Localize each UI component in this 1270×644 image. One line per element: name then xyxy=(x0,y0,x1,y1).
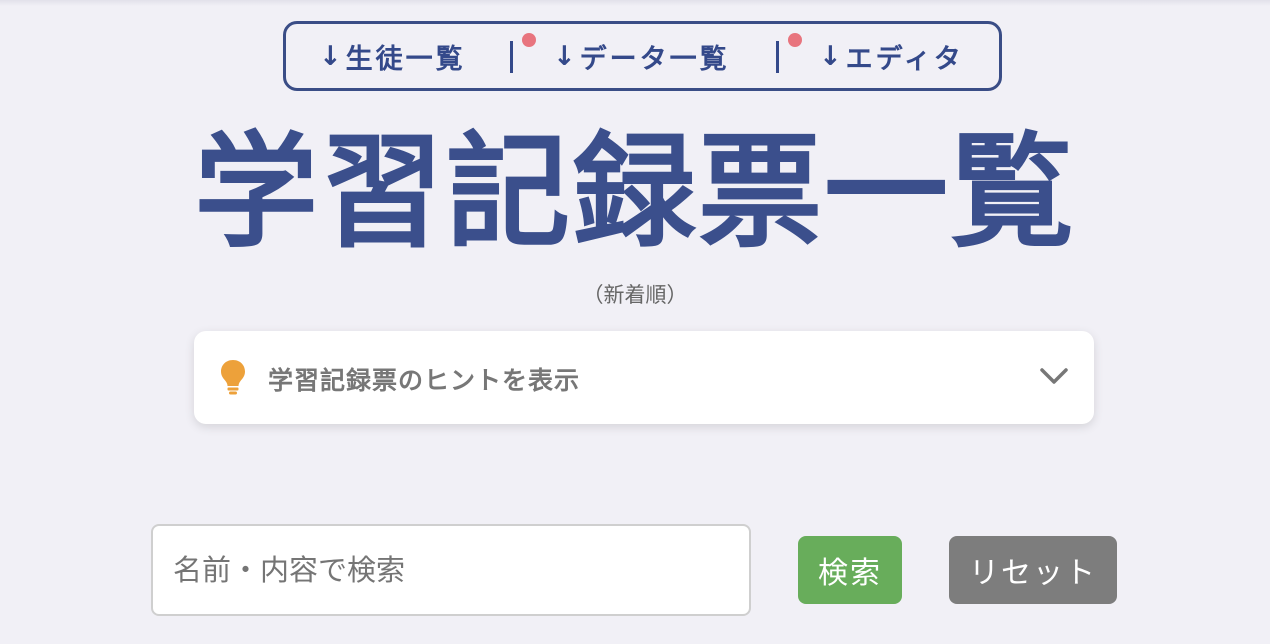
nav-link-editor[interactable]: ↓ エディタ xyxy=(819,24,964,88)
nav-link-students-label: 生徒一覧 xyxy=(345,43,466,75)
arrow-down-icon: ↓ xyxy=(819,40,842,72)
page-title: 学習記録票一覧 xyxy=(193,121,1076,265)
nav-link-editor-label: エディタ xyxy=(845,43,964,75)
nav-link-data-label: データ一覧 xyxy=(579,43,730,75)
search-button[interactable]: 検索 xyxy=(798,536,902,604)
nav-separator xyxy=(510,41,513,73)
arrow-down-icon: ↓ xyxy=(553,40,576,72)
search-input[interactable] xyxy=(151,524,751,616)
nav-link-students[interactable]: ↓ 生徒一覧 xyxy=(319,24,466,88)
hint-toggle[interactable]: 学習記録票のヒントを表示 xyxy=(194,331,1094,424)
lightbulb-icon xyxy=(221,360,245,395)
nav-separator xyxy=(776,41,779,73)
hint-label: 学習記録票のヒントを表示 xyxy=(268,366,581,395)
nav-link-data[interactable]: ↓ データ一覧 xyxy=(553,24,730,88)
notification-dot xyxy=(522,33,536,47)
reset-button[interactable]: リセット xyxy=(949,536,1117,604)
notification-dot xyxy=(788,33,802,47)
chevron-down-icon xyxy=(1040,368,1068,384)
arrow-down-icon: ↓ xyxy=(319,40,342,72)
jump-nav: ↓ 生徒一覧 ↓ データ一覧 ↓ エディタ xyxy=(283,21,1002,91)
top-shadow xyxy=(0,0,1270,6)
sort-order-label: （新着順） xyxy=(582,283,688,307)
